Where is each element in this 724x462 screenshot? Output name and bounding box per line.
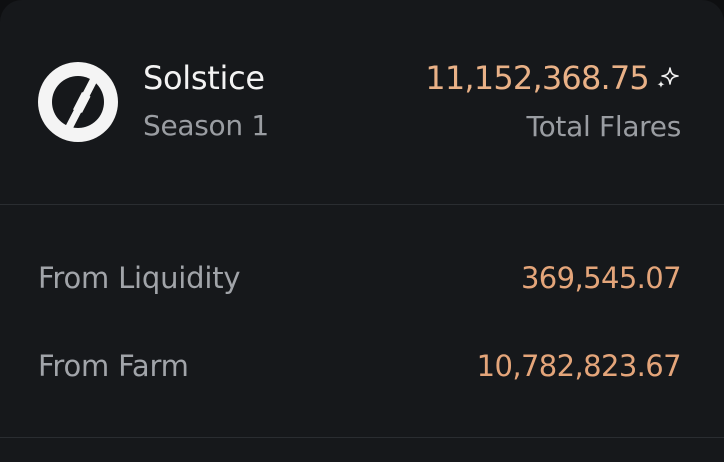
bottom-divider: [0, 437, 724, 438]
sparkle-icon: [657, 67, 679, 89]
flares-card: Solstice Season 1 11,152,368.75 Total Fl…: [0, 0, 724, 462]
project-season: Season 1: [143, 109, 269, 142]
total-flares: 11,152,368.75: [425, 58, 681, 98]
breakdown-value: 10,782,823.67: [476, 349, 682, 383]
breakdown-row-farm: From Farm 10,782,823.67: [0, 346, 724, 386]
card-header: Solstice Season 1 11,152,368.75 Total Fl…: [0, 0, 724, 205]
project-name: Solstice: [143, 59, 265, 97]
solstice-logo-icon: [38, 62, 118, 142]
breakdown-value: 369,545.07: [520, 261, 682, 295]
breakdown-label: From Farm: [38, 349, 189, 383]
total-flares-label: Total Flares: [526, 110, 682, 143]
breakdown-label: From Liquidity: [38, 261, 241, 295]
breakdown-row-liquidity: From Liquidity 369,545.07: [0, 258, 724, 298]
total-flares-value: 11,152,368.75: [425, 59, 650, 97]
